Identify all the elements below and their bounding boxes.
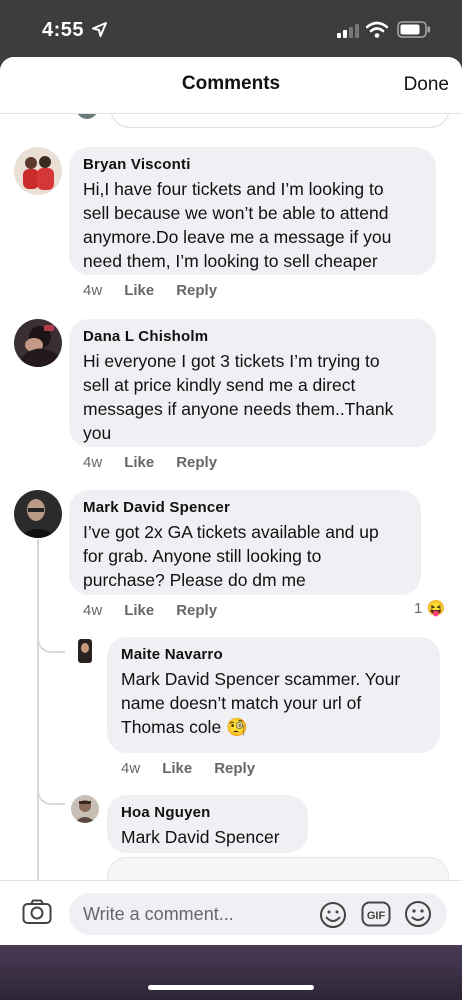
monocle-face-emoji-icon: 🧐 <box>226 717 248 737</box>
comment-actions: 4w Like Reply <box>83 454 239 471</box>
reply-author[interactable]: Maite Navarro <box>121 646 426 663</box>
reply-button[interactable]: Reply <box>214 760 255 777</box>
avatar[interactable] <box>14 490 62 538</box>
home-indicator[interactable] <box>148 985 314 990</box>
comment-bubble: Dana L Chisholm Hi everyone I got 3 tick… <box>69 319 436 447</box>
reply-button[interactable]: Reply <box>176 282 217 299</box>
location-arrow-icon <box>92 22 107 42</box>
like-button[interactable]: Like <box>124 282 154 299</box>
done-button[interactable]: Done <box>404 74 449 96</box>
comment-bubble: Bryan Visconti Hi,I have four tickets an… <box>69 147 436 275</box>
comment-age: 4w <box>83 454 103 471</box>
reply-text: Mark David Spencer <box>121 827 280 847</box>
comment-bubble: Mark David Spencer I’ve got 2x GA ticket… <box>69 490 421 595</box>
comment-author[interactable]: Bryan Visconti <box>83 156 422 173</box>
status-time: 4:55 <box>42 19 85 41</box>
laughing-emoji-icon: 😝 <box>426 600 446 617</box>
svg-text:GIF: GIF <box>367 910 386 922</box>
reply-author[interactable]: Hoa Nguyen <box>121 804 294 821</box>
like-button[interactable]: Like <box>124 602 154 619</box>
comments-sheet: Comments Done Bryan Visconti Hi,I have f… <box>0 57 462 945</box>
reply-button[interactable]: Reply <box>176 602 217 619</box>
comment-input-placeholder: Write a comment... <box>83 904 234 924</box>
camera-icon[interactable] <box>22 899 52 930</box>
avatar[interactable] <box>14 319 62 367</box>
thread-line <box>37 539 39 899</box>
cellular-signal-icon <box>337 24 359 43</box>
thread-branch <box>37 625 65 653</box>
avatar[interactable] <box>71 795 99 823</box>
avatar[interactable] <box>71 637 99 665</box>
like-button[interactable]: Like <box>162 760 192 777</box>
comment-text: I’ve got 2x GA tickets available and up … <box>83 522 379 590</box>
comment-author[interactable]: Dana L Chisholm <box>83 328 422 345</box>
reply-bubble: Maite Navarro Mark David Spencer scammer… <box>107 637 440 753</box>
comment-text: Hi,I have four tickets and I’m looking t… <box>83 179 392 271</box>
like-button[interactable]: Like <box>124 454 154 471</box>
reply-age: 4w <box>121 760 141 777</box>
comment-age: 4w <box>83 282 103 299</box>
reaction-summary[interactable]: 1 😝 <box>414 599 445 617</box>
page-title: Comments <box>181 73 281 94</box>
gif-icon[interactable]: GIF <box>361 901 391 932</box>
comment-composer: Write a comment... GIF <box>0 880 462 945</box>
comment-author[interactable]: Mark David Spencer <box>83 499 407 516</box>
comment-age: 4w <box>83 602 103 619</box>
reply-bubble: Hoa Nguyen Mark David Spencer <box>107 795 308 853</box>
comment-text: Hi everyone I got 3 tickets I’m trying t… <box>83 351 394 443</box>
reply-text: Mark David Spencer scammer. Your name do… <box>121 669 401 737</box>
thread-branch <box>37 777 65 805</box>
wifi-icon <box>365 21 389 43</box>
comment-actions: 4w Like Reply <box>83 282 239 299</box>
emoji-icon[interactable] <box>404 900 432 933</box>
reply-button[interactable]: Reply <box>176 454 217 471</box>
reaction-count: 1 <box>414 600 423 617</box>
background-strip <box>0 945 462 1000</box>
comment-actions: 4w Like Reply <box>83 602 239 619</box>
battery-icon <box>397 21 431 43</box>
header: Comments Done <box>0 57 462 114</box>
sticker-icon[interactable] <box>319 901 347 934</box>
reply-actions: 4w Like Reply <box>121 760 277 777</box>
comment-input[interactable]: Write a comment... GIF <box>69 893 447 935</box>
status-bar: 4:55 <box>0 0 462 60</box>
avatar[interactable] <box>14 147 62 195</box>
